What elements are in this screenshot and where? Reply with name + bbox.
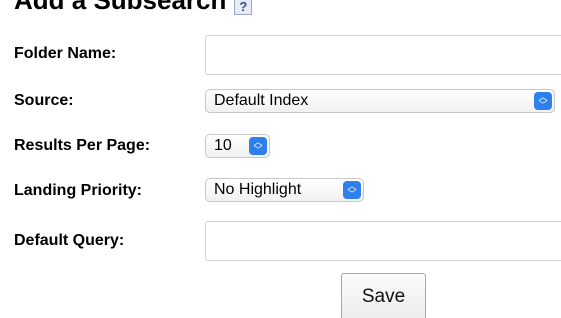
results-per-page-value: 10 [214, 137, 232, 154]
landing-priority-select[interactable]: No Highlight ︿ ﹀ [205, 178, 364, 202]
help-icon[interactable]: ? [234, 0, 253, 15]
source-select[interactable]: Default Index ︿ ﹀ [205, 89, 555, 113]
save-button[interactable]: Save [341, 273, 426, 318]
source-select-value: Default Index [214, 92, 309, 109]
default-query-field[interactable] [205, 221, 561, 261]
page-title-text: Add a Subsearch [14, 0, 227, 15]
landing-priority-label: Landing Priority: [14, 182, 142, 199]
up-down-chevron-icon: ︿ ﹀ [249, 137, 267, 155]
up-down-chevron-icon: ︿ ﹀ [534, 92, 552, 110]
source-label: Source: [14, 92, 74, 109]
landing-priority-value: No Highlight [214, 181, 302, 198]
up-down-chevron-icon: ︿ ﹀ [343, 181, 361, 199]
results-per-page-select[interactable]: 10 ︿ ﹀ [205, 134, 270, 158]
default-query-label: Default Query: [14, 232, 125, 249]
add-subsearch-form: Add a Subsearch? Folder Name: Source: De… [0, 0, 561, 318]
results-per-page-label: Results Per Page: [14, 137, 151, 154]
folder-name-label: Folder Name: [14, 45, 117, 62]
folder-name-field[interactable] [205, 35, 561, 75]
page-title: Add a Subsearch? [14, 0, 253, 15]
